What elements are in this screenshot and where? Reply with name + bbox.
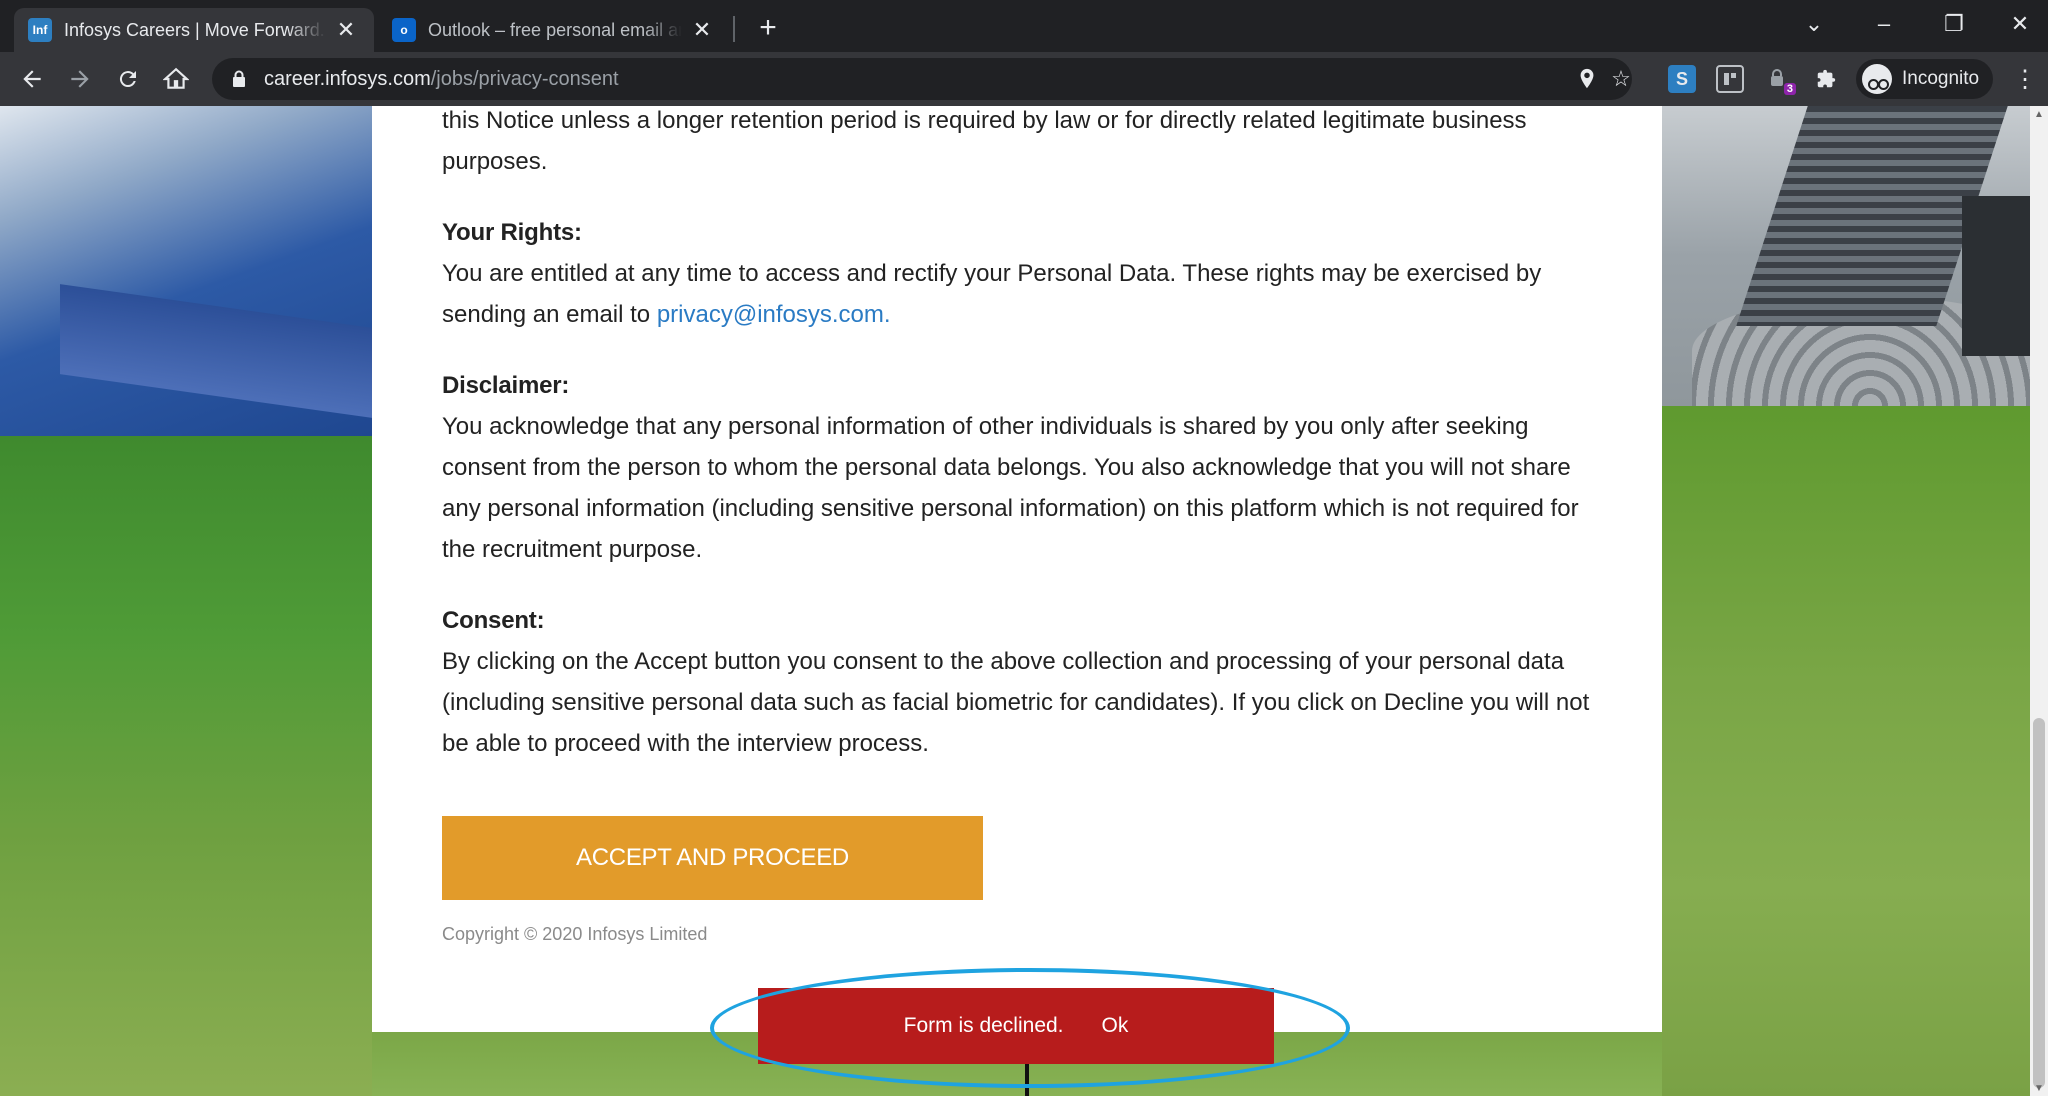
forward-arrow-icon[interactable] — [62, 61, 98, 97]
star-bookmark-icon[interactable]: ☆ — [1608, 66, 1634, 92]
extension-badge: 3 — [1783, 83, 1796, 95]
tab-divider — [733, 16, 735, 42]
page-viewport: this Notice unless a longer retention pe… — [0, 106, 2048, 1096]
consent-paragraph: By clicking on the Accept button you con… — [442, 648, 1590, 757]
tab-title: Outlook – free personal email an — [428, 19, 682, 40]
url-text[interactable]: career.infosys.com/jobs/privacy-consent — [264, 68, 619, 91]
privacy-extension-icon[interactable]: 3 — [1764, 65, 1796, 95]
browser-toolbar: career.infosys.com/jobs/privacy-consent … — [0, 52, 2048, 106]
privacy-consent-card: this Notice unless a longer retention pe… — [372, 106, 1662, 1032]
scrollbar-thumb[interactable] — [2033, 718, 2045, 1088]
declined-toast: Form is declined. Ok — [758, 988, 1274, 1064]
close-icon[interactable]: ✕ — [332, 16, 360, 44]
consent-content: this Notice unless a longer retention pe… — [442, 106, 1602, 764]
url-host: career.infosys.com — [264, 67, 431, 90]
scroll-up-arrow-icon[interactable]: ▲ — [2030, 106, 2048, 122]
background-campus-image — [1662, 106, 2048, 406]
new-tab-button[interactable]: + — [750, 10, 786, 46]
background-building-image — [0, 106, 372, 436]
outlook-favicon-icon: o — [392, 18, 416, 42]
background-grass-image — [0, 436, 372, 1096]
retention-paragraph: this Notice unless a longer retention pe… — [442, 107, 1527, 175]
restore-button[interactable]: ❐ — [1924, 4, 1984, 44]
reload-icon[interactable] — [110, 61, 146, 97]
home-icon[interactable] — [158, 61, 194, 97]
tab-infosys-careers[interactable]: Inf Infosys Careers | Move Forward. S ✕ — [14, 8, 374, 52]
reader-extension-icon[interactable] — [1716, 65, 1744, 93]
toast-ok-button[interactable]: Ok — [1102, 1014, 1129, 1038]
address-bar[interactable]: career.infosys.com/jobs/privacy-consent … — [212, 58, 1632, 100]
location-pin-icon[interactable] — [1574, 66, 1600, 92]
browser-menu-icon[interactable]: ⋮ — [2010, 64, 2040, 94]
url-path: /jobs/privacy-consent — [430, 67, 619, 90]
back-arrow-icon[interactable] — [14, 61, 50, 97]
annotation-pointer — [1025, 1064, 1029, 1096]
window-close-button[interactable]: ✕ — [1990, 4, 2048, 44]
puzzle-extensions-icon[interactable] — [1812, 65, 1840, 93]
background-lawn-image — [1662, 406, 2048, 1096]
minimize-button[interactable]: – — [1854, 4, 1914, 44]
scroll-down-arrow-icon[interactable]: ▼ — [2030, 1080, 2048, 1096]
tab-title: Infosys Careers | Move Forward. S — [64, 19, 326, 40]
incognito-icon — [1862, 64, 1892, 94]
close-icon[interactable]: ✕ — [688, 16, 716, 44]
tab-bar: Inf Infosys Careers | Move Forward. S ✕ … — [0, 0, 2048, 52]
privacy-email-link[interactable]: privacy@infosys.com. — [657, 301, 891, 328]
incognito-indicator[interactable]: Incognito — [1856, 59, 1994, 99]
page-scrollbar[interactable]: ▲ ▼ — [2030, 106, 2048, 1096]
tab-search-icon[interactable]: ⌄ — [1784, 4, 1844, 44]
incognito-label: Incognito — [1902, 68, 1980, 89]
disclaimer-heading: Disclaimer: — [442, 372, 570, 399]
accept-and-proceed-button[interactable]: ACCEPT AND PROCEED — [442, 816, 983, 900]
toast-message: Form is declined. — [903, 1014, 1064, 1037]
rights-heading: Your Rights: — [442, 219, 582, 246]
rights-text: You are entitled at any time to access a… — [442, 260, 1542, 328]
infosys-favicon-icon: Inf — [28, 18, 52, 42]
tab-outlook[interactable]: o Outlook – free personal email an ✕ — [378, 8, 730, 52]
copyright-text: Copyright © 2020 Infosys Limited — [442, 924, 708, 944]
consent-heading: Consent: — [442, 607, 545, 634]
s-extension-icon[interactable]: S — [1668, 65, 1696, 93]
lock-icon[interactable] — [228, 68, 250, 90]
disclaimer-paragraph: You acknowledge that any personal inform… — [442, 413, 1579, 563]
rights-paragraph: You are entitled at any time to access a… — [442, 253, 1602, 335]
